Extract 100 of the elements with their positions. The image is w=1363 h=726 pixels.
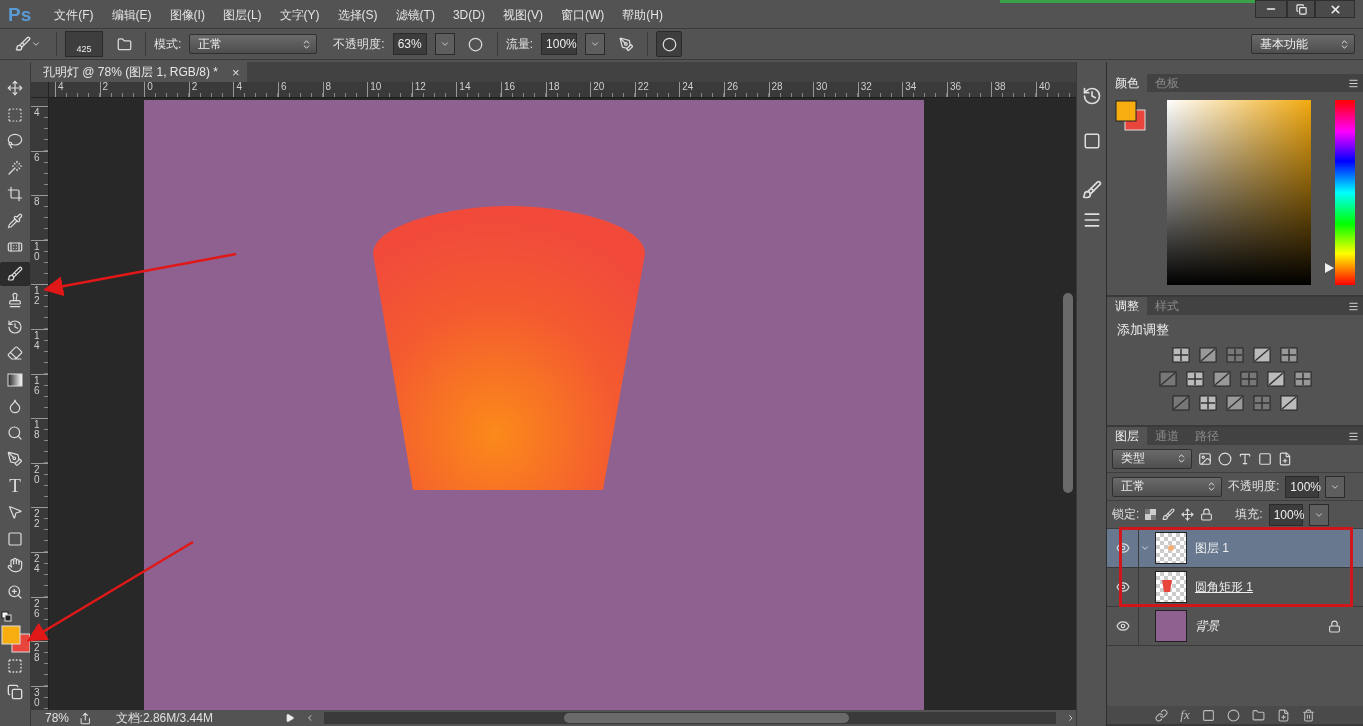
panel-tab[interactable]: 调整	[1107, 297, 1147, 315]
panel-tab[interactable]: 颜色	[1107, 74, 1147, 92]
panel-menu-icon[interactable]	[1348, 300, 1359, 312]
screen-mode-icon[interactable]	[7, 684, 23, 700]
close-button[interactable]	[1315, 0, 1355, 18]
document-info: 文档:2.86M/3.44M	[115, 709, 213, 726]
brush-icon[interactable]	[1162, 508, 1176, 521]
brush-icon	[15, 36, 31, 52]
adjustment-icon[interactable]	[1226, 395, 1244, 411]
color-swatches-icon[interactable]	[0, 610, 30, 656]
checker-icon[interactable]	[1145, 509, 1157, 520]
stamp-icon	[7, 292, 23, 309]
adjustment-icon[interactable]	[1253, 347, 1271, 363]
trash-icon[interactable]	[1301, 708, 1315, 722]
menu-item[interactable]: 滤镜(T)	[386, 6, 444, 24]
eye-icon[interactable]	[1115, 580, 1130, 594]
adjustment-icon[interactable]	[1266, 371, 1285, 387]
adjustment-icon[interactable]	[1185, 371, 1204, 387]
layer-row[interactable]: 图层 1	[1107, 529, 1363, 568]
lock-icon[interactable]	[1200, 508, 1214, 521]
adjustment-icon[interactable]	[1253, 395, 1271, 411]
layer-thumbnail	[1155, 571, 1187, 603]
adjustment-icon[interactable]	[1280, 347, 1298, 363]
adjustment-icon[interactable]	[1172, 347, 1190, 363]
adjustment-layer-icon[interactable]	[1226, 708, 1240, 722]
move-icon[interactable]	[1181, 508, 1195, 521]
menu-item[interactable]: 图像(I)	[160, 6, 214, 24]
adjustment-icon[interactable]	[1212, 371, 1231, 387]
brush-preset-picker[interactable]: 425	[65, 31, 103, 57]
circle-icon[interactable]	[1218, 451, 1232, 466]
fill-field[interactable]: 100%	[1268, 503, 1303, 526]
updown-caret-icon	[1339, 38, 1350, 50]
pressure-size-button[interactable]	[656, 31, 683, 57]
share-icon[interactable]	[79, 711, 92, 725]
history-icon[interactable]	[1081, 86, 1102, 106]
fx-button[interactable]: fx	[1180, 707, 1190, 723]
ruler-number: 4	[236, 82, 243, 92]
adjustment-icon[interactable]	[1280, 395, 1298, 411]
scrollbar-thumb[interactable]	[564, 713, 850, 723]
menu-item[interactable]: 3D(D)	[443, 8, 494, 22]
type-icon[interactable]	[1238, 451, 1252, 466]
workspace-select[interactable]: 基本功能	[1251, 34, 1355, 54]
color-swatches-icon[interactable]	[1115, 100, 1147, 132]
panel-heading: 添加调整	[1117, 321, 1169, 339]
blend-mode-select[interactable]: 正常	[1112, 476, 1222, 497]
type-tool[interactable]: T	[0, 473, 30, 498]
flow-field[interactable]: 100%	[541, 33, 578, 55]
menu-item[interactable]: 图层(L)	[213, 6, 271, 24]
opacity-field[interactable]: 63%	[392, 33, 427, 55]
mask-icon[interactable]	[1201, 708, 1215, 722]
menu-item[interactable]: 文字(Y)	[270, 6, 329, 24]
menu-item[interactable]: 窗口(W)	[551, 6, 614, 24]
adjustment-icon[interactable]	[1158, 371, 1177, 387]
flow-dropdown[interactable]	[585, 33, 606, 55]
circle-icon	[661, 36, 677, 52]
quick-mask-icon[interactable]	[7, 658, 23, 674]
gradient-icon	[7, 372, 23, 387]
fill-label: 填充:	[1235, 506, 1263, 523]
mode-select[interactable]: 正常	[189, 34, 318, 54]
new-layer-icon[interactable]	[1276, 708, 1290, 722]
menu-item[interactable]: 帮助(H)	[613, 6, 672, 24]
menu-item[interactable]: 视图(V)	[493, 6, 552, 24]
menu-item[interactable]: 选择(S)	[328, 6, 387, 24]
history-icon	[7, 318, 23, 335]
opacity-dropdown[interactable]	[1325, 475, 1346, 498]
filter-select[interactable]: 类型	[1112, 448, 1192, 469]
close-tab-button[interactable]: ×	[231, 64, 240, 80]
adjustment-icon[interactable]	[1199, 347, 1217, 363]
image-icon[interactable]	[1198, 451, 1212, 466]
minimize-button[interactable]	[1255, 0, 1287, 18]
panel-menu-icon[interactable]	[1348, 77, 1359, 89]
play-icon[interactable]	[284, 713, 295, 723]
droplet-icon	[7, 398, 23, 415]
opacity-dropdown[interactable]	[434, 33, 455, 55]
adjustment-icon[interactable]	[1293, 371, 1312, 387]
tool-button[interactable]	[0, 261, 30, 286]
ruler-number: 30	[816, 82, 829, 92]
scrollbar-thumb[interactable]	[1063, 293, 1073, 493]
menu-item[interactable]: 文件(F)	[45, 6, 103, 24]
ruler-number: 18	[34, 420, 40, 441]
adjustment-icon[interactable]	[1172, 395, 1190, 411]
adjustment-icon[interactable]	[1226, 347, 1244, 363]
brushes-icon[interactable]	[1081, 180, 1102, 200]
panel-menu-icon[interactable]	[1348, 430, 1359, 442]
color-field[interactable]	[1167, 100, 1311, 285]
folder-icon[interactable]	[1251, 708, 1265, 722]
layer-row[interactable]: 背景	[1107, 607, 1363, 646]
link-icon[interactable]	[1155, 708, 1169, 722]
adjustment-icon[interactable]	[1239, 371, 1258, 387]
menu-item[interactable]: 编辑(E)	[102, 6, 161, 24]
smart-object-icon[interactable]	[1278, 451, 1292, 466]
eye-icon[interactable]	[1115, 619, 1130, 633]
shape-icon[interactable]	[1258, 451, 1272, 466]
opacity-field[interactable]: 100%	[1285, 475, 1320, 498]
restore-button[interactable]	[1287, 0, 1315, 18]
document-tab[interactable]: 孔明灯 @ 78% (图层 1, RGB/8) * ×	[31, 62, 248, 82]
panel-tab[interactable]: 图层	[1107, 427, 1147, 445]
fill-dropdown[interactable]	[1308, 503, 1329, 526]
eye-icon[interactable]	[1115, 541, 1130, 555]
adjustment-icon[interactable]	[1199, 395, 1217, 411]
